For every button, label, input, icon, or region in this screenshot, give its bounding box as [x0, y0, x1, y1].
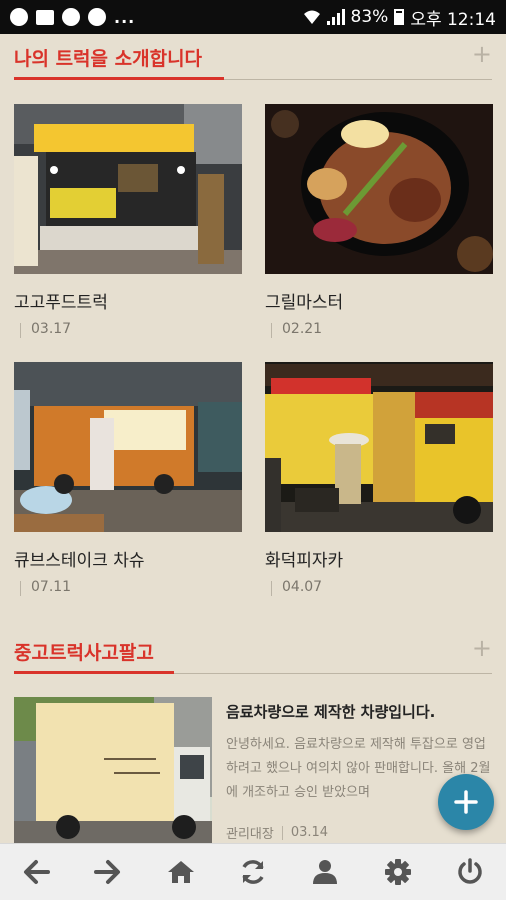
section-underline [14, 671, 174, 674]
section-header-trucks: 나의 트럭을 소개합니다 + [14, 36, 492, 80]
profile-button[interactable] [295, 844, 355, 900]
refresh-button[interactable] [223, 844, 283, 900]
truck-date: 02.21 [265, 321, 493, 338]
forward-button[interactable] [78, 844, 138, 900]
truck-name: 큐브스테이크 차슈 [14, 551, 145, 571]
status-bar: ... 83% 오후 12:14 [0, 0, 506, 34]
truck-name: 고고푸드트럭 [14, 293, 108, 313]
section-title: 나의 트럭을 소개합니다 [14, 48, 203, 70]
refresh-icon [242, 860, 264, 884]
section-header-used-trucks: 중고트럭사고팔고 + [14, 630, 492, 674]
truck-card[interactable]: 고고푸드트럭 03.17 [14, 104, 242, 338]
power-icon [458, 858, 482, 884]
used-truck-post[interactable]: 음료차량으로 제작한 차량입니다. 안녕하세요. 음료차량으로 제작해 투잡으로… [14, 697, 492, 845]
home-icon [167, 861, 194, 883]
arrow-left-icon [24, 860, 51, 884]
post-date: 03.14 [290, 825, 329, 840]
gear-icon [384, 859, 411, 885]
back-button[interactable] [6, 844, 66, 900]
post-title: 음료차량으로 제작한 차량입니다. [226, 703, 436, 721]
home-button[interactable] [151, 844, 211, 900]
plus-icon [454, 790, 478, 814]
post-meta: 관리대장 03.14 [226, 823, 328, 842]
bottom-nav-bar [0, 843, 506, 900]
truck-photo [14, 104, 242, 274]
post-author: 관리대장 [226, 827, 274, 842]
add-post-button[interactable] [438, 774, 494, 830]
phone-notification-icon [88, 8, 106, 26]
truck-card[interactable]: 그릴마스터 02.21 [265, 104, 493, 338]
settings-button[interactable] [368, 844, 428, 900]
more-notifications: ... [114, 7, 136, 27]
more-trucks-button[interactable]: + [472, 42, 492, 66]
post-photo [14, 697, 212, 845]
signal-icon [326, 9, 345, 25]
truck-date: 03.17 [14, 321, 242, 338]
app-notification-icon [10, 8, 28, 26]
truck-photo [265, 104, 493, 274]
power-button[interactable] [440, 844, 500, 900]
truck-name: 화덕피자카 [265, 551, 344, 571]
truck-name: 그릴마스터 [265, 293, 344, 313]
arrow-right-icon [94, 860, 121, 884]
section-underline [14, 77, 224, 80]
truck-date: 07.11 [14, 579, 242, 596]
clock: 오후 12:14 [410, 9, 496, 30]
battery-icon [394, 9, 405, 25]
more-used-trucks-button[interactable]: + [472, 636, 492, 660]
truck-date: 04.07 [265, 579, 493, 596]
gallery-notification-icon [36, 9, 54, 25]
truck-photo [265, 362, 493, 532]
settings-notification-icon [62, 8, 80, 26]
section-title: 중고트럭사고팔고 [14, 642, 154, 664]
truck-card[interactable]: 화덕피자카 04.07 [265, 362, 493, 596]
truck-card[interactable]: 큐브스테이크 차슈 07.11 [14, 362, 242, 596]
battery-percent: 83% [350, 7, 389, 27]
truck-photo [14, 362, 242, 532]
wifi-icon [303, 10, 320, 24]
user-icon [313, 860, 338, 884]
post-meta-divider [281, 825, 283, 840]
